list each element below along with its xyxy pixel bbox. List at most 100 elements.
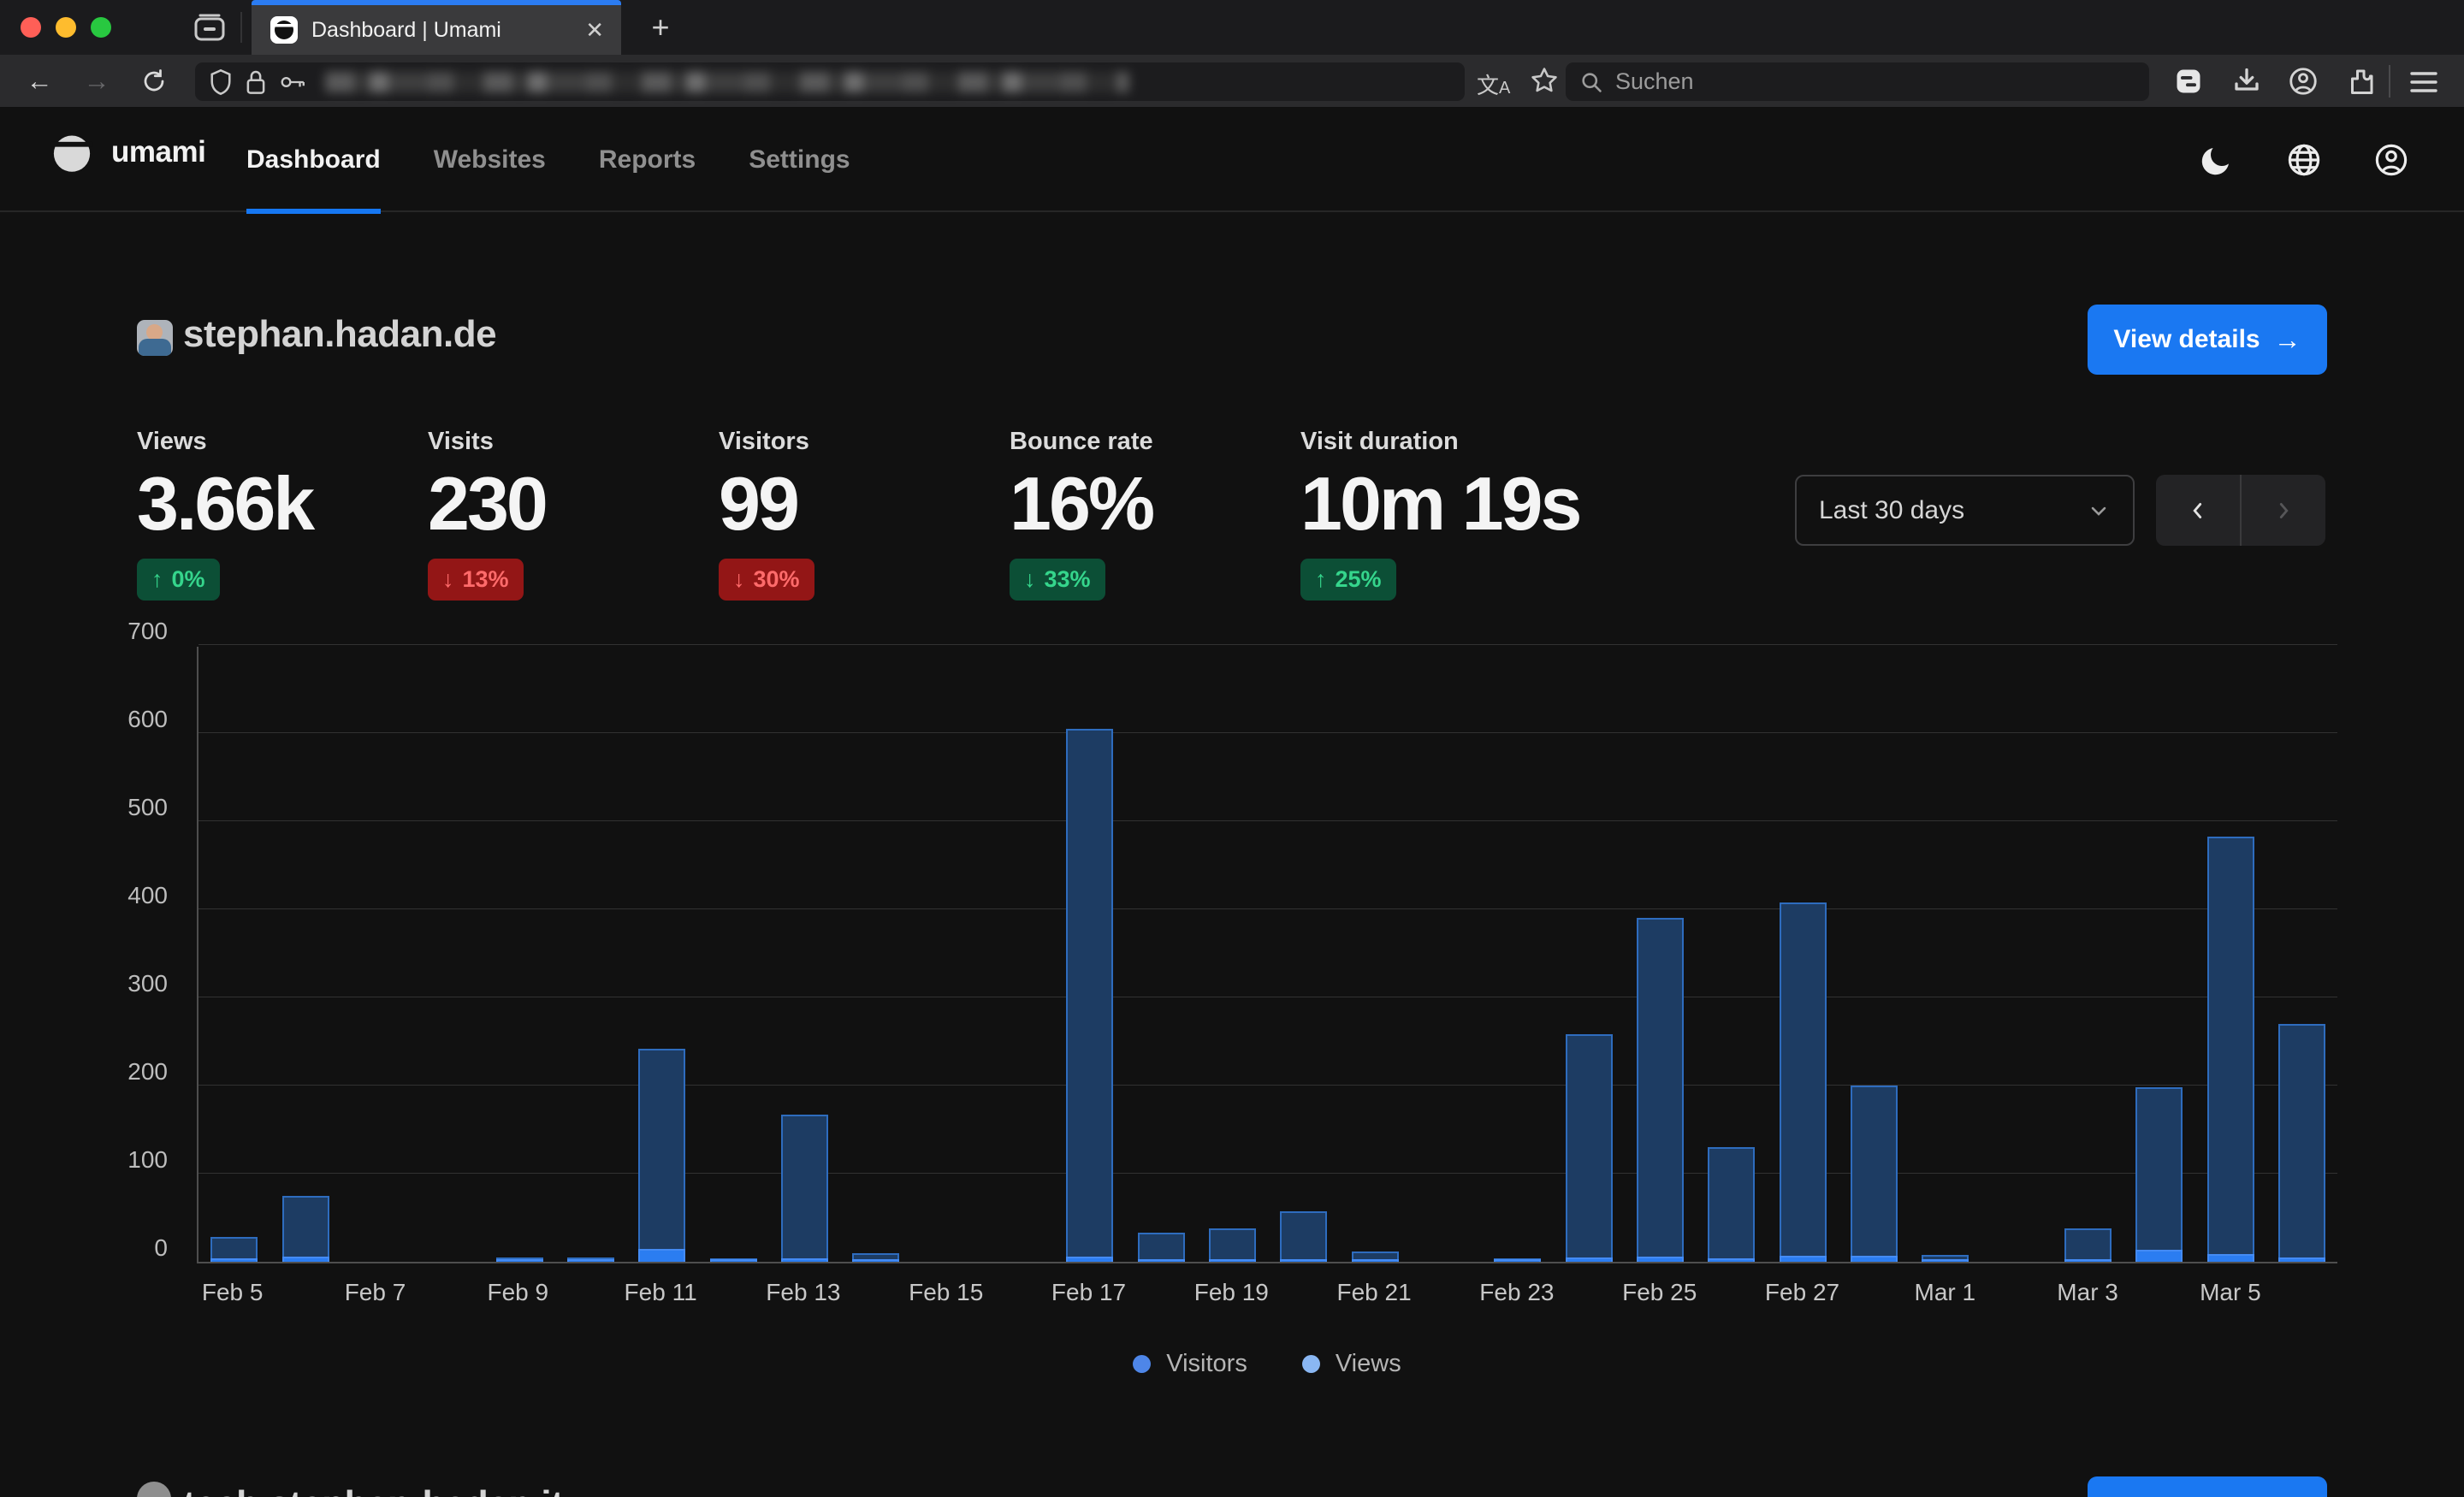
browser-tab-bar: Dashboard | Umami ✕ + bbox=[0, 0, 2464, 55]
tab-close-icon[interactable]: ✕ bbox=[585, 19, 604, 41]
metrics-row: Views3.66k↑0%Visits230↓13%Visitors99↓30%… bbox=[137, 428, 1591, 601]
gridline bbox=[198, 644, 2337, 645]
next-site-favicon bbox=[137, 1482, 171, 1497]
bar-visitors bbox=[1138, 1259, 1185, 1262]
key-icon[interactable] bbox=[279, 71, 306, 93]
bar-visitors bbox=[1637, 1257, 1684, 1262]
metric-change-badge: ↑0% bbox=[137, 559, 220, 601]
umami-brand[interactable]: umami bbox=[50, 130, 205, 175]
chevron-down-icon bbox=[2087, 499, 2111, 523]
metric-visitors: Visitors99↓30% bbox=[719, 428, 1010, 601]
arrow-down-icon: ↓ bbox=[442, 566, 454, 593]
nav-item-dashboard[interactable]: Dashboard bbox=[246, 108, 381, 212]
y-tick-label: 500 bbox=[127, 794, 168, 821]
browser-toolbar: ← → bbox=[0, 55, 2464, 108]
bar-views bbox=[1566, 1034, 1613, 1262]
site-favicon-avatar bbox=[137, 320, 173, 356]
metric-label: Visitors bbox=[719, 428, 1010, 456]
next-site-title: tech.stephan-hadan.it bbox=[183, 1483, 563, 1497]
bar-visitors bbox=[1708, 1258, 1755, 1262]
x-tick-label: Feb 21 bbox=[1337, 1279, 1412, 1306]
downloads-icon[interactable] bbox=[2231, 66, 2262, 97]
forward-button[interactable]: → bbox=[80, 64, 114, 98]
url-text-redacted bbox=[325, 72, 1129, 92]
nav-item-reports[interactable]: Reports bbox=[599, 108, 696, 212]
metric-label: Views bbox=[137, 428, 428, 456]
brand-name: umami bbox=[111, 135, 205, 169]
back-button[interactable]: ← bbox=[22, 64, 56, 98]
active-tab[interactable]: Dashboard | Umami ✕ bbox=[252, 0, 621, 55]
bar-visitors bbox=[781, 1258, 828, 1262]
firefox-view-icon[interactable] bbox=[193, 13, 226, 44]
legend-item-visitors[interactable]: Visitors bbox=[1133, 1350, 1247, 1378]
x-tick-label: Feb 27 bbox=[1765, 1279, 1839, 1306]
next-period-button[interactable] bbox=[2242, 475, 2325, 546]
tab-manager-extension-icon[interactable] bbox=[2173, 66, 2204, 97]
nav-item-settings[interactable]: Settings bbox=[749, 108, 850, 212]
bar-views bbox=[1138, 1233, 1185, 1262]
search-input[interactable] bbox=[1614, 68, 2093, 96]
x-tick-label: Mar 3 bbox=[2057, 1279, 2118, 1306]
menu-hamburger-icon[interactable] bbox=[2409, 70, 2438, 94]
next-view-details-button[interactable] bbox=[2088, 1476, 2327, 1497]
window-minimize-button[interactable] bbox=[56, 17, 76, 38]
tracking-protection-shield-icon[interactable] bbox=[209, 68, 233, 96]
bar-visitors bbox=[1780, 1256, 1827, 1262]
metric-change-badge: ↑25% bbox=[1300, 559, 1396, 601]
bar-views bbox=[781, 1115, 828, 1262]
bar-visitors bbox=[496, 1259, 543, 1262]
theme-moon-icon[interactable] bbox=[2199, 142, 2235, 178]
bar-visitors bbox=[852, 1259, 899, 1262]
bar-visitors bbox=[210, 1258, 258, 1262]
window-close-button[interactable] bbox=[21, 17, 41, 38]
chart-y-axis-labels: 0100200300400500600700 bbox=[86, 647, 180, 1263]
bar-visitors bbox=[1566, 1257, 1613, 1262]
legend-dot-icon bbox=[1302, 1355, 1320, 1373]
account-icon[interactable] bbox=[2288, 66, 2319, 97]
window-zoom-button[interactable] bbox=[91, 17, 111, 38]
bar-visitors bbox=[1922, 1259, 1969, 1262]
bar-visitors bbox=[1209, 1259, 1256, 1262]
toolbar-divider bbox=[2389, 65, 2390, 98]
metric-label: Visits bbox=[428, 428, 719, 456]
x-tick-label: Feb 15 bbox=[909, 1279, 983, 1306]
reload-button[interactable] bbox=[137, 64, 171, 98]
gridline bbox=[198, 1085, 2337, 1086]
date-pager bbox=[2156, 475, 2325, 546]
extensions-puzzle-icon[interactable] bbox=[2346, 66, 2377, 97]
bar-visitors bbox=[710, 1259, 757, 1262]
bar-visitors bbox=[1066, 1257, 1113, 1262]
language-globe-icon[interactable] bbox=[2286, 142, 2322, 178]
metric-visit-duration: Visit duration10m 19s↑25% bbox=[1300, 428, 1591, 601]
y-tick-label: 200 bbox=[127, 1058, 168, 1086]
legend-item-views[interactable]: Views bbox=[1302, 1350, 1401, 1378]
site-title: stephan.hadan.de bbox=[183, 313, 496, 356]
bar-views bbox=[282, 1196, 329, 1262]
view-details-button[interactable]: View details → bbox=[2088, 305, 2327, 375]
translate-icon[interactable]: 文A bbox=[1477, 68, 1510, 100]
x-tick-label: Feb 13 bbox=[766, 1279, 840, 1306]
metric-bounce-rate: Bounce rate16%↓33% bbox=[1010, 428, 1300, 601]
metric-change-badge: ↓30% bbox=[719, 559, 814, 601]
arrow-right-icon: → bbox=[2274, 324, 2301, 356]
x-tick-label: Mar 5 bbox=[2200, 1279, 2261, 1306]
tab-favicon-umami bbox=[270, 16, 298, 44]
bar-visitors bbox=[2064, 1259, 2112, 1262]
new-tab-button[interactable]: + bbox=[643, 10, 678, 44]
x-tick-label: Feb 23 bbox=[1479, 1279, 1554, 1306]
gridline bbox=[198, 820, 2337, 821]
bar-visitors bbox=[2135, 1250, 2183, 1262]
chart-legend: Visitors Views bbox=[197, 1350, 2337, 1378]
profile-icon[interactable] bbox=[2373, 142, 2409, 178]
bookmark-star-icon[interactable] bbox=[1530, 66, 1559, 95]
url-bar[interactable] bbox=[195, 62, 1465, 101]
nav-item-websites[interactable]: Websites bbox=[434, 108, 546, 212]
previous-period-button[interactable] bbox=[2156, 475, 2240, 546]
lock-icon[interactable] bbox=[245, 68, 267, 96]
date-range-select[interactable]: Last 30 days bbox=[1795, 475, 2135, 546]
x-tick-label: Feb 17 bbox=[1051, 1279, 1126, 1306]
browser-window: Dashboard | Umami ✕ + ← → bbox=[0, 0, 2464, 1497]
y-tick-label: 0 bbox=[154, 1234, 168, 1262]
metric-visits: Visits230↓13% bbox=[428, 428, 719, 601]
search-bar[interactable] bbox=[1566, 62, 2149, 101]
